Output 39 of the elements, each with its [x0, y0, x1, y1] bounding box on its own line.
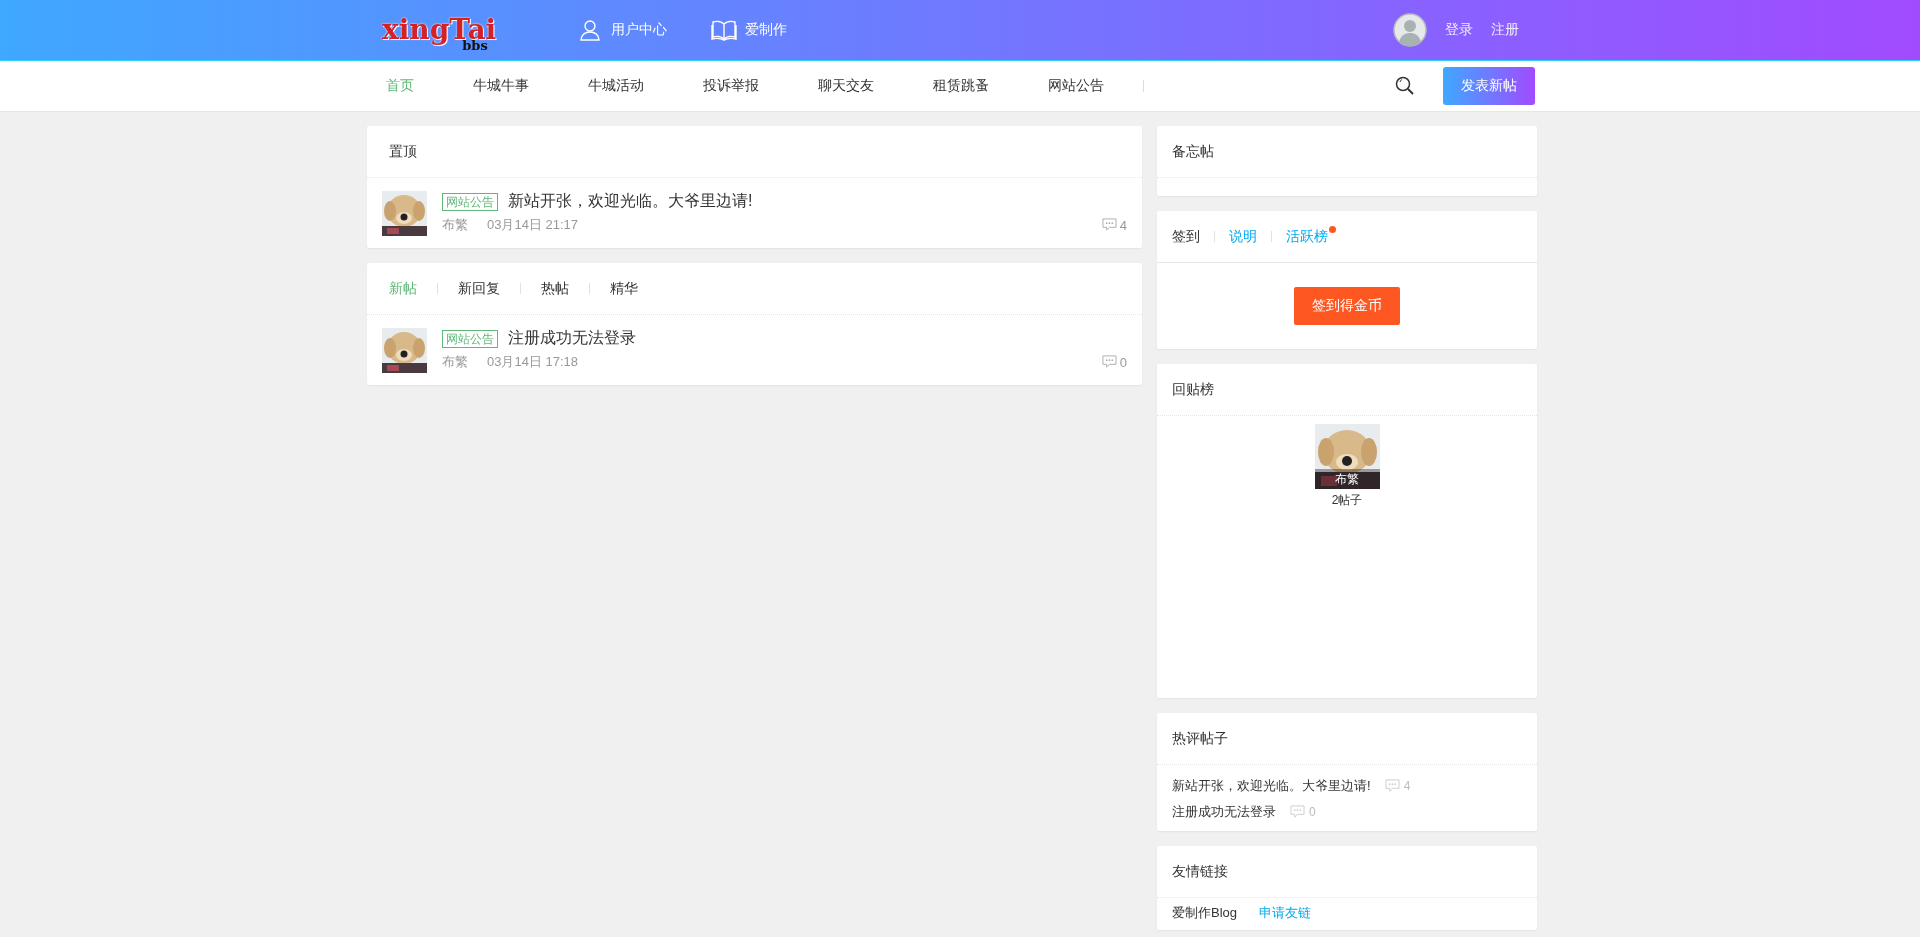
user-name[interactable]: 布繁 [1314, 469, 1380, 489]
post-time: 03月14日 17:18 [487, 353, 579, 371]
card-title: 备忘帖 [1172, 142, 1214, 161]
comment-count: 0 [1119, 354, 1127, 370]
comment-icon [1101, 218, 1117, 232]
nav-tab[interactable]: 租赁跳蚤 [913, 77, 1013, 95]
post-title[interactable]: 注册成功无法登录 [508, 328, 636, 349]
card-title: 置顶 [389, 142, 417, 161]
card-title: 回贴榜 [1172, 380, 1214, 399]
nav-tab[interactable]: 网站公告 [1028, 77, 1128, 95]
comment-count: 4 [1403, 779, 1411, 793]
auth-link[interactable]: 注册 [1491, 21, 1519, 39]
card-title: 热评帖子 [1172, 729, 1228, 748]
hot-post-link[interactable]: 新站开张，欢迎光临。大爷里边请! [1172, 777, 1371, 795]
post-title[interactable]: 新站开张，欢迎光临。大爷里边请! [508, 191, 753, 212]
feed-tab[interactable]: 新回复 [458, 279, 500, 298]
feed-tab[interactable]: 精华 [610, 279, 638, 298]
comment-icon [1290, 805, 1305, 819]
nav-tab[interactable]: 牛城牛事 [453, 77, 553, 95]
book-icon [711, 18, 737, 42]
avatar-icon[interactable] [1393, 13, 1427, 47]
card-title: 友情链接 [1172, 862, 1228, 881]
feed-tab[interactable]: 热帖 [541, 279, 569, 298]
comment-icon [1384, 779, 1400, 793]
search-icon[interactable] [1395, 76, 1415, 96]
friend-link[interactable]: 爱制作Blog [1172, 904, 1238, 922]
new-post-button[interactable]: 发表新帖 [1443, 67, 1535, 105]
user-icon [577, 18, 603, 42]
hot-post-link[interactable]: 注册成功无法登录 [1172, 803, 1276, 821]
signin-tab[interactable]: 签到 [1172, 227, 1200, 246]
comment-count: 0 [1309, 805, 1316, 819]
post-time: 03月14日 21:17 [487, 216, 579, 234]
comment-count: 4 [1119, 217, 1127, 233]
nav-tab[interactable]: 聊天交友 [798, 77, 898, 95]
nav-tab[interactable]: 投诉举报 [683, 77, 783, 95]
auth-link[interactable]: 登录 [1445, 21, 1473, 39]
nav-tab[interactable]: 牛城活动 [568, 77, 668, 95]
comment-icon [1101, 355, 1117, 369]
post-count: 2帖子 [1331, 492, 1363, 509]
